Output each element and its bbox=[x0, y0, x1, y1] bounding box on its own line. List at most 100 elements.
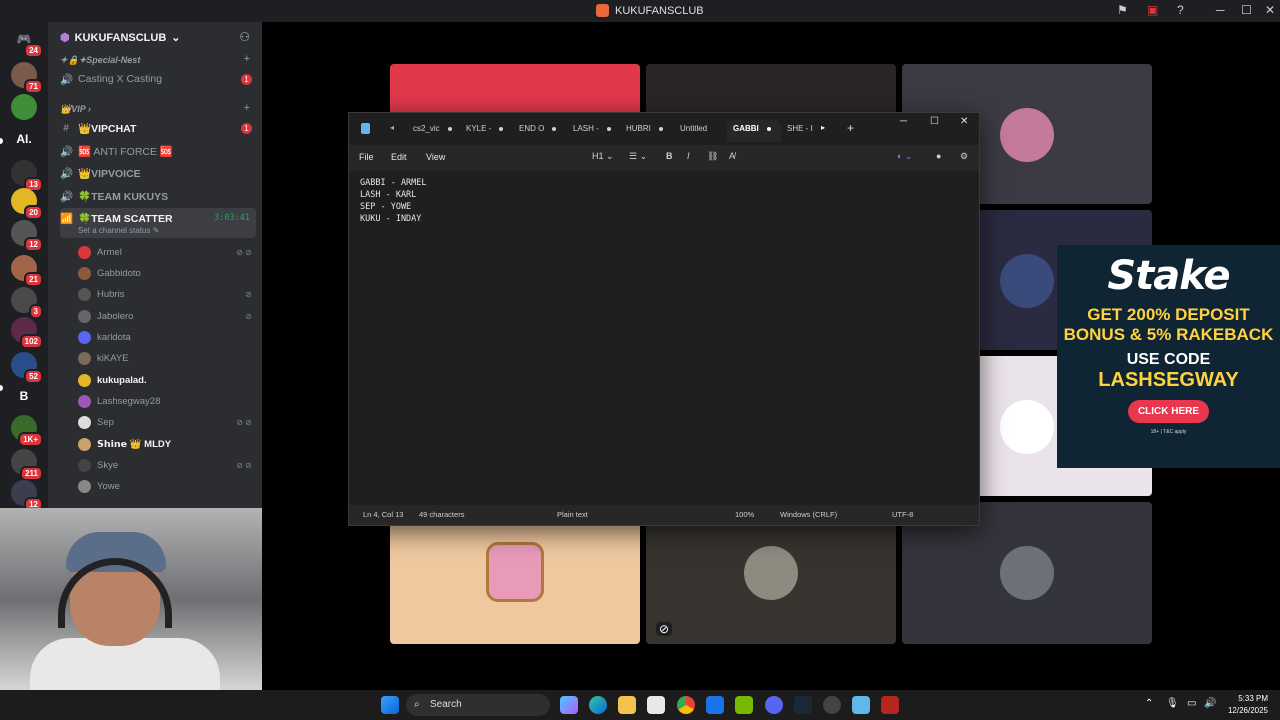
new-tab-button[interactable]: + bbox=[847, 121, 854, 135]
tab-gabbi[interactable]: GABBI bbox=[727, 120, 781, 142]
search-box[interactable]: ⌕ Search bbox=[406, 694, 550, 716]
server-icon[interactable]: 13 bbox=[11, 160, 43, 192]
microphone-icon[interactable]: 🎙 bbox=[1166, 698, 1179, 709]
guild-header[interactable]: ⬢ KUKUFANSCLUB ⌄ bbox=[60, 31, 181, 45]
voice-user[interactable]: Hubris ⊘ bbox=[78, 284, 256, 304]
server-icon[interactable]: 52 bbox=[11, 352, 43, 384]
nvidia-icon[interactable] bbox=[735, 696, 753, 714]
menu-file[interactable]: File bbox=[359, 152, 374, 162]
steam-icon[interactable] bbox=[794, 696, 812, 714]
channel-status-prompt[interactable]: Set a channel status ✎ bbox=[78, 226, 159, 235]
chrome-icon[interactable] bbox=[677, 696, 695, 714]
server-icon[interactable]: 12 bbox=[11, 480, 43, 512]
voice-user[interactable]: kukupalad. bbox=[78, 370, 256, 390]
obs-icon[interactable] bbox=[823, 696, 841, 714]
volume-icon[interactable]: 🔊 bbox=[1204, 698, 1216, 709]
voice-user[interactable]: karldota bbox=[78, 327, 256, 347]
add-channel-icon[interactable]: + bbox=[244, 102, 250, 114]
channel-team-scatter[interactable]: 📶 🍀TEAM SCATTER 3:03:41 Set a channel st… bbox=[60, 208, 256, 238]
inbox-icon[interactable]: ⚑ bbox=[1117, 3, 1128, 17]
tab-untitled[interactable]: Untitled bbox=[674, 120, 713, 142]
dota-icon[interactable] bbox=[881, 696, 899, 714]
server-icon[interactable]: 12 bbox=[11, 220, 43, 252]
tab-kyle[interactable]: KYLE - bbox=[460, 120, 509, 142]
server-icon[interactable]: 20 bbox=[11, 188, 43, 220]
scroll-right-icon[interactable]: ▸ bbox=[821, 123, 825, 132]
category-vip[interactable]: 👑VIP › bbox=[60, 104, 91, 115]
voice-user[interactable]: 𝗦𝗵𝗶𝗻𝗲 👑 MLDY bbox=[78, 434, 256, 454]
maximize-button[interactable]: ☐ bbox=[930, 116, 939, 127]
clear-format-icon[interactable]: A̸ bbox=[729, 151, 735, 161]
server-icon[interactable] bbox=[11, 94, 37, 120]
server-icon[interactable]: 71 bbox=[11, 62, 43, 94]
voice-user[interactable]: Gabbidoto bbox=[78, 263, 256, 283]
voice-user[interactable]: Sep ⊘ ⊘ bbox=[78, 412, 256, 432]
voice-user[interactable]: Lashsegway28 bbox=[78, 391, 256, 411]
add-channel-icon[interactable]: + bbox=[244, 53, 250, 65]
bold-icon[interactable]: B bbox=[666, 151, 673, 161]
voice-user[interactable]: Jabolero ⊘ bbox=[78, 306, 256, 326]
discord-icon[interactable] bbox=[765, 696, 783, 714]
ad-offer: GET 200% DEPOSIT BONUS & 5% RAKEBACK bbox=[1063, 305, 1274, 344]
zoom-level[interactable]: 100% bbox=[735, 510, 754, 519]
server-icon[interactable]: AI. bbox=[11, 126, 37, 152]
tab-cs2[interactable]: cs2_vic bbox=[407, 120, 458, 142]
tab-end[interactable]: END O bbox=[513, 120, 562, 142]
server-icon[interactable]: 211 bbox=[11, 449, 43, 481]
minimize-button[interactable]: ─ bbox=[900, 116, 907, 127]
voice-user[interactable]: Armel ⊘ ⊘ bbox=[78, 242, 256, 262]
copilot-icon[interactable] bbox=[560, 696, 578, 714]
account-icon[interactable]: ● bbox=[936, 151, 941, 161]
tab-she[interactable]: SHE - I bbox=[781, 120, 819, 142]
link-icon[interactable]: ⛓ bbox=[707, 151, 718, 162]
close-button[interactable]: ✕ bbox=[1265, 3, 1275, 17]
channel-casting[interactable]: 🔊 Casting X Casting 1 bbox=[60, 69, 256, 89]
server-icon[interactable]: 3 bbox=[11, 287, 43, 319]
editor-text-area[interactable]: GABBI - ARMEL LASH - KARL SEP - YOWE KUK… bbox=[349, 171, 979, 507]
list-icon[interactable]: ☰ ⌄ bbox=[629, 151, 647, 162]
maximize-button[interactable]: ☐ bbox=[1241, 3, 1252, 17]
avatar bbox=[486, 542, 544, 602]
server-icon[interactable]: 21 bbox=[11, 255, 43, 287]
notepad-taskbar-icon[interactable] bbox=[852, 696, 870, 714]
channel-team-kukuys[interactable]: 🔊 🍀TEAM KUKUYS bbox=[60, 186, 256, 206]
ad-click-button[interactable]: CLICK HERE bbox=[1127, 400, 1210, 423]
tab-hubri[interactable]: HUBRI bbox=[620, 120, 669, 142]
file-explorer-icon[interactable] bbox=[618, 696, 636, 714]
settings-icon[interactable]: ⚙ bbox=[960, 151, 968, 162]
store-icon[interactable] bbox=[647, 696, 665, 714]
line-ending[interactable]: Windows (CRLF) bbox=[780, 510, 837, 519]
tray-expand-icon[interactable]: ⌃ bbox=[1145, 698, 1153, 709]
server-icon[interactable]: 102 bbox=[11, 317, 43, 349]
mail-icon[interactable] bbox=[706, 696, 724, 714]
category-special-nest[interactable]: ✦🔒✦Special-Nest bbox=[60, 55, 140, 66]
voice-user[interactable]: Skye ⊘ ⊘ bbox=[78, 455, 256, 475]
add-member-icon[interactable]: ⚇ bbox=[239, 30, 250, 44]
person-shirt bbox=[30, 638, 220, 690]
copilot-icon[interactable]: ◐ ⌄ bbox=[897, 151, 912, 162]
stake-ad-banner[interactable]: Stake GET 200% DEPOSIT BONUS & 5% RAKEBA… bbox=[1057, 245, 1280, 468]
menu-edit[interactable]: Edit bbox=[391, 152, 407, 162]
direct-messages-icon[interactable]: 🎮 24 bbox=[11, 26, 43, 58]
channel-anti-force[interactable]: 🔊 🆘 ANTI FORCE 🆘 bbox=[60, 141, 256, 161]
encoding[interactable]: UTF-8 bbox=[892, 510, 913, 519]
minimize-button[interactable]: ─ bbox=[1216, 3, 1225, 17]
update-icon[interactable]: ▣ bbox=[1147, 3, 1158, 17]
channel-vipchat[interactable]: # 👑VIPCHAT 1 bbox=[60, 118, 256, 138]
wifi-icon[interactable]: ▭ bbox=[1187, 698, 1196, 709]
tab-lash[interactable]: LASH - bbox=[567, 120, 617, 142]
scroll-left-icon[interactable]: ◂ bbox=[390, 123, 394, 132]
italic-icon[interactable]: I bbox=[687, 151, 690, 161]
system-clock[interactable]: 5:33 PM 12/26/2025 bbox=[1228, 693, 1268, 717]
voice-user[interactable]: kiKAYE bbox=[78, 348, 256, 368]
start-icon[interactable] bbox=[381, 696, 399, 714]
help-icon[interactable]: ? bbox=[1177, 3, 1184, 17]
close-button[interactable]: ✕ bbox=[960, 116, 968, 127]
edge-icon[interactable] bbox=[589, 696, 607, 714]
server-icon[interactable]: B bbox=[11, 383, 37, 409]
voice-user[interactable]: Yowe bbox=[78, 476, 256, 496]
server-icon[interactable]: 1K+ bbox=[11, 415, 43, 447]
channel-vipvoice[interactable]: 🔊 👑VIPVOICE bbox=[60, 163, 256, 183]
menu-view[interactable]: View bbox=[426, 152, 445, 162]
heading-select[interactable]: H1 ⌄ bbox=[592, 151, 614, 162]
